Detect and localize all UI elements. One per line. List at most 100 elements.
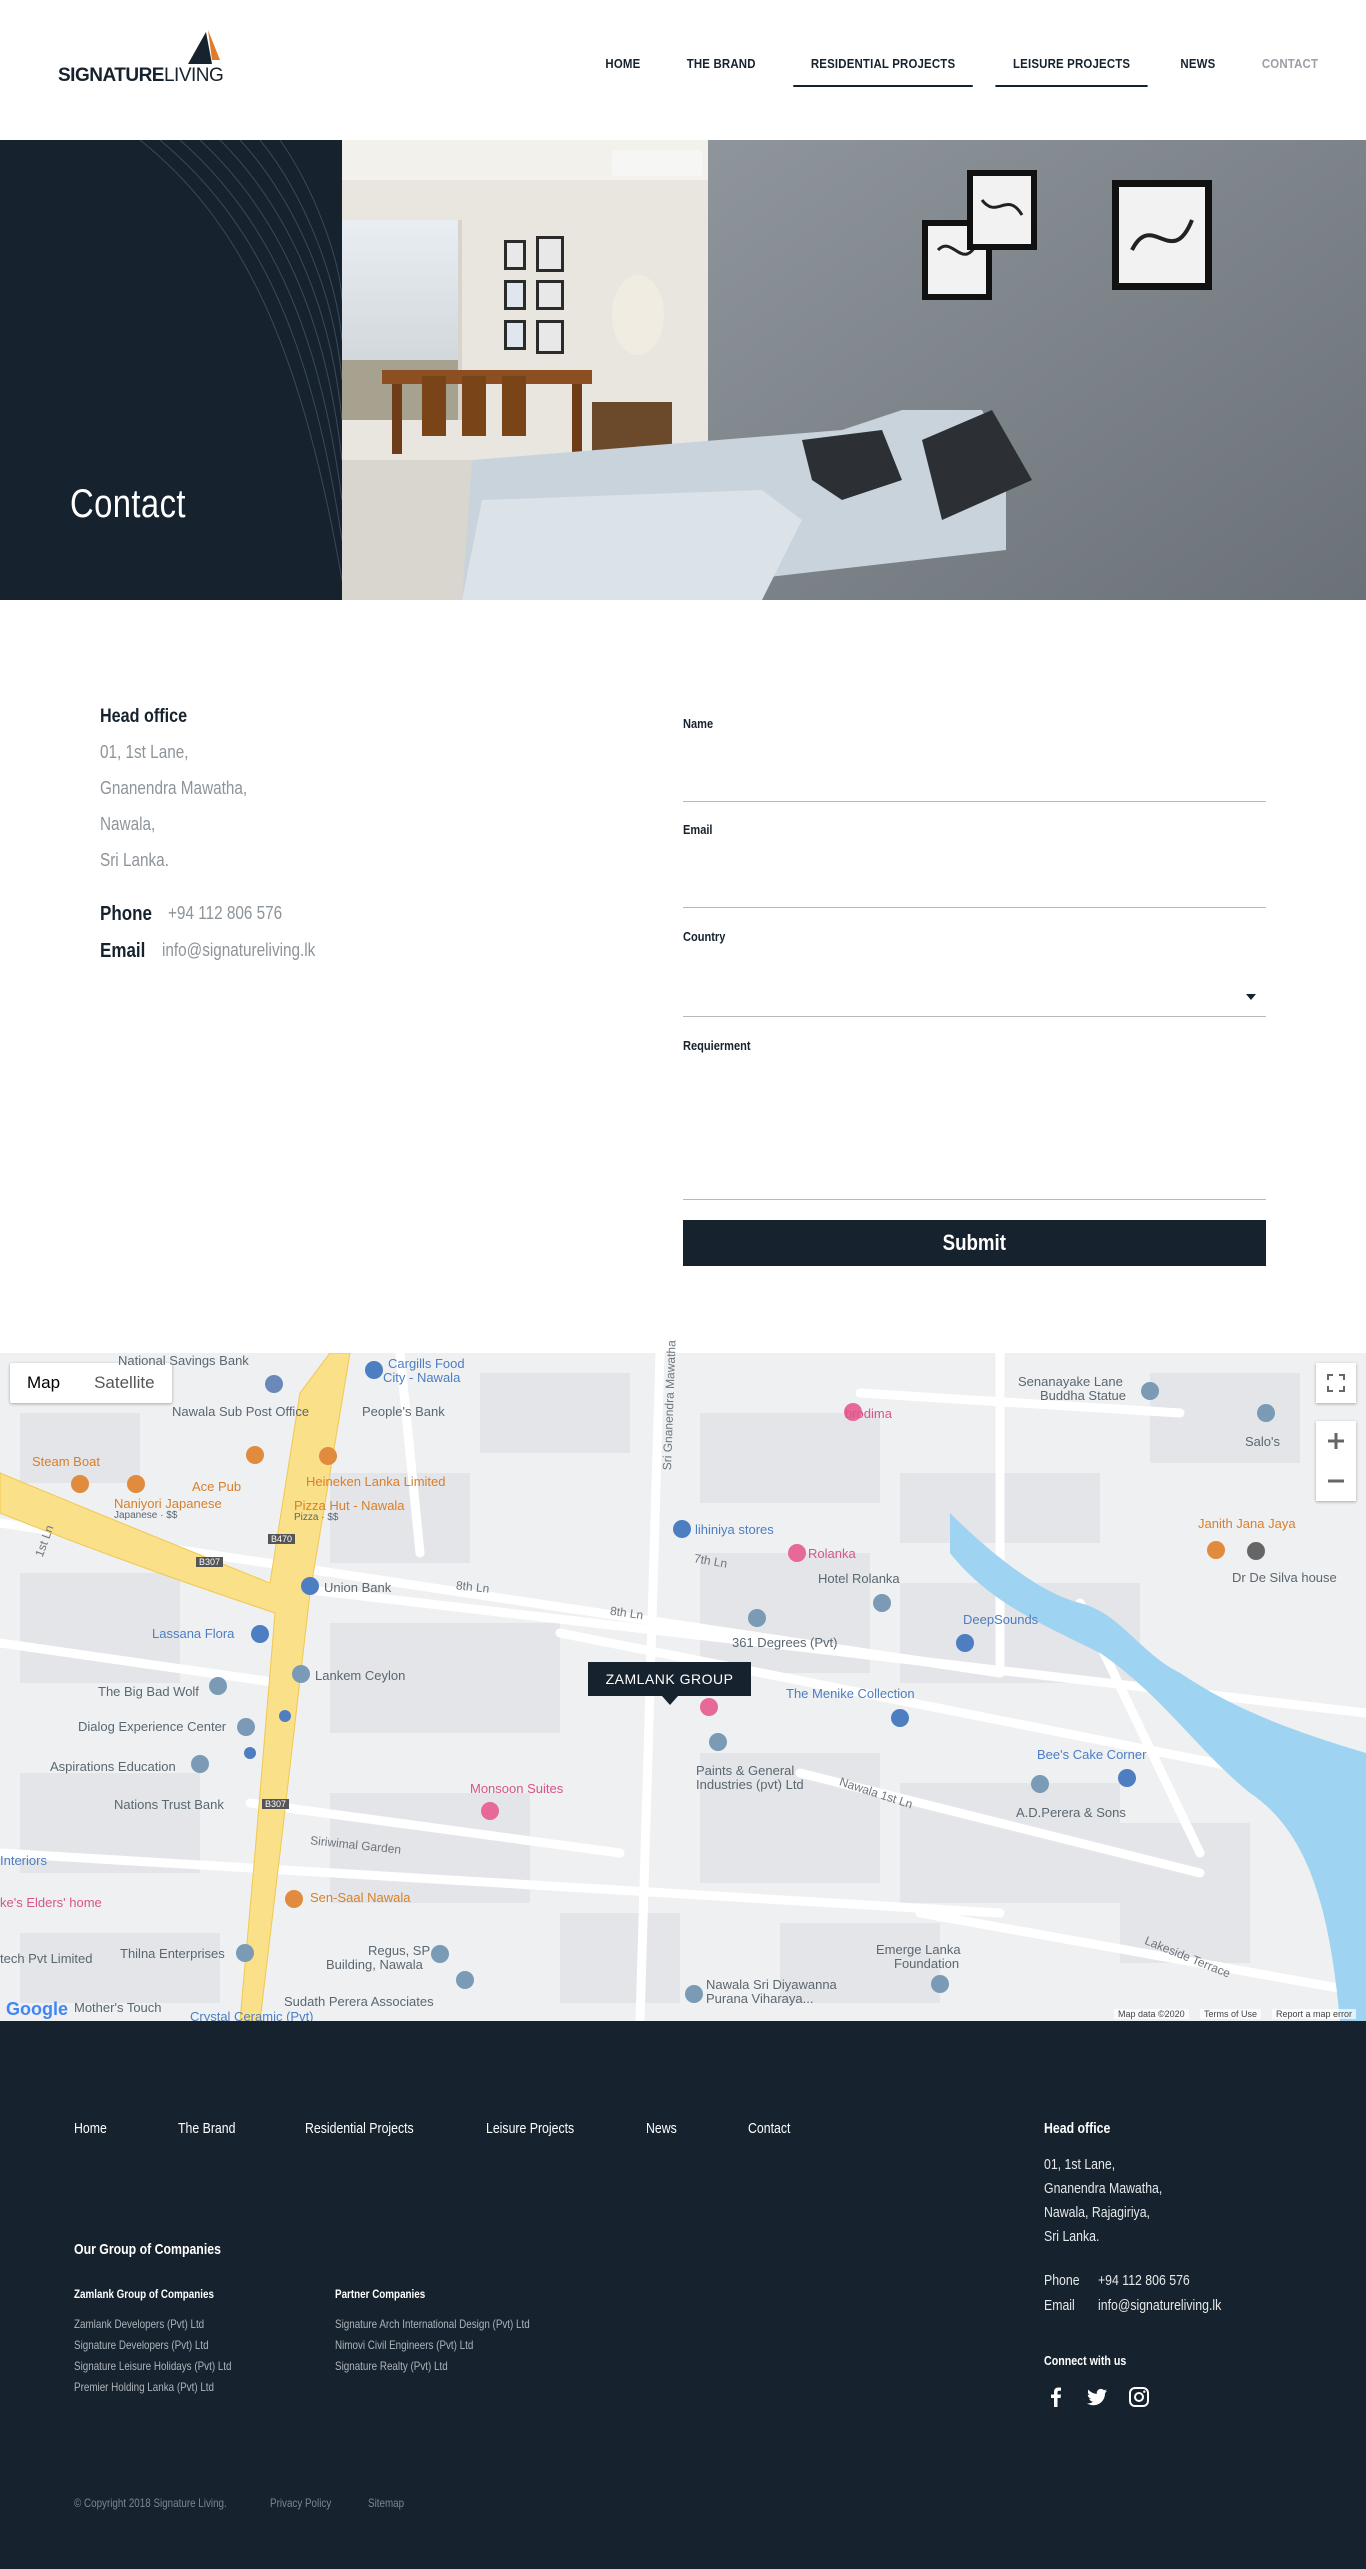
company-link[interactable]: Signature Developers (Pvt) Ltd bbox=[74, 2338, 209, 2352]
interior-photo bbox=[342, 140, 1366, 600]
footer-nav-contact[interactable]: Contact bbox=[748, 2120, 790, 2137]
map-place: Purana Viharaya... bbox=[706, 1991, 814, 2006]
sitemap-link[interactable]: Sitemap bbox=[368, 2496, 404, 2510]
map-place: Emerge Lanka bbox=[876, 1942, 961, 1957]
map-data-credit: Map data ©2020 bbox=[1114, 2009, 1189, 2019]
map-place: Japanese · $$ bbox=[114, 1510, 178, 1521]
map-place: Cargills Food bbox=[388, 1356, 465, 1371]
head-office-title: Head office bbox=[100, 706, 188, 727]
address-line-1: 01, 1st Lane, bbox=[100, 742, 189, 762]
zamlank-group-marker[interactable]: ZAMLANK GROUP bbox=[588, 1662, 751, 1705]
phone-value[interactable]: +94 112 806 576 bbox=[168, 903, 282, 924]
map-place: Aspirations Education bbox=[50, 1759, 176, 1774]
map-type-satellite-button[interactable]: Satellite bbox=[77, 1363, 171, 1403]
zoom-in-button[interactable] bbox=[1316, 1421, 1356, 1461]
address-line-3: Nawala, bbox=[100, 814, 156, 834]
email-field[interactable] bbox=[683, 871, 1266, 905]
map-place: Nations Trust Bank bbox=[114, 1797, 224, 1812]
nav-leisure-projects[interactable]: LEISURE PROJECTS bbox=[995, 50, 1148, 87]
requirement-label: Requierment bbox=[683, 1038, 751, 1053]
map-place: Ace Pub bbox=[192, 1479, 242, 1494]
map-place: DeepSounds bbox=[963, 1612, 1039, 1627]
map-place: Sen-Saal Nawala bbox=[310, 1890, 411, 1905]
footer-nav-news[interactable]: News bbox=[646, 2120, 677, 2137]
map-terms-link[interactable]: Terms of Use bbox=[1200, 2009, 1262, 2019]
map-type-control: Map Satellite bbox=[10, 1363, 172, 1403]
company-link[interactable]: Zamlank Developers (Pvt) Ltd bbox=[74, 2317, 204, 2331]
map-place: The Menike Collection bbox=[786, 1686, 915, 1701]
map-place: tech Pvt Limited bbox=[0, 1951, 93, 1966]
nav-news[interactable]: NEWS bbox=[1163, 50, 1233, 87]
map-place: Janith Jana Jaya bbox=[1198, 1516, 1296, 1531]
nav-home[interactable]: HOME bbox=[587, 50, 657, 87]
map-place: Union Bank bbox=[324, 1580, 392, 1595]
phone-label: Phone bbox=[100, 903, 152, 925]
map-place: The Big Bad Wolf bbox=[98, 1684, 199, 1699]
address-line-2: Gnanendra Mawatha, bbox=[100, 778, 248, 798]
footer-nav-the-brand[interactable]: The Brand bbox=[178, 2120, 235, 2137]
fullscreen-button[interactable] bbox=[1316, 1363, 1356, 1403]
map-place: Foundation bbox=[894, 1956, 960, 1971]
email-form-label: Email bbox=[683, 822, 713, 837]
group-companies-title: Our Group of Companies bbox=[74, 2241, 221, 2258]
map-place: Interiors bbox=[0, 1853, 47, 1868]
main-nav: HOME THE BRAND RESIDENTIAL PROJECTS LEIS… bbox=[583, 50, 1342, 87]
chevron-down-icon bbox=[1246, 994, 1256, 1000]
footer-email-value[interactable]: info@signatureliving.lk bbox=[1098, 2297, 1221, 2314]
submit-button[interactable]: Submit bbox=[683, 1220, 1266, 1266]
footer-address-line: Sri Lanka. bbox=[1044, 2228, 1100, 2245]
map-place: Nawala Sri Diyawanna bbox=[706, 1977, 837, 1992]
map-place: Senanayake Lane bbox=[1018, 1374, 1123, 1389]
company-link[interactable]: Nimovi Civil Engineers (Pvt) Ltd bbox=[335, 2338, 473, 2352]
footer-email-label: Email bbox=[1044, 2297, 1075, 2314]
nav-contact[interactable]: CONTACT bbox=[1244, 50, 1336, 87]
map-report-link[interactable]: Report a map error bbox=[1272, 2009, 1357, 2019]
name-field-underline bbox=[683, 801, 1266, 802]
twitter-icon[interactable] bbox=[1085, 2385, 1109, 2409]
requirement-field[interactable] bbox=[683, 1070, 1266, 1196]
map-place: Heineken Lanka Limited bbox=[306, 1474, 446, 1489]
minus-icon bbox=[1328, 1479, 1344, 1483]
map-place: Lankem Ceylon bbox=[315, 1668, 406, 1683]
company-link[interactable]: Signature Arch International Design (Pvt… bbox=[335, 2317, 530, 2331]
name-label: Name bbox=[683, 716, 714, 731]
map-place: Thilna Enterprises bbox=[120, 1946, 225, 1961]
privacy-policy-link[interactable]: Privacy Policy bbox=[270, 2496, 331, 2510]
road-shield: B307 bbox=[196, 1557, 224, 1567]
country-select[interactable] bbox=[683, 980, 1266, 1014]
map-type-map-button[interactable]: Map bbox=[10, 1363, 77, 1403]
company-link[interactable]: Signature Leisure Holidays (Pvt) Ltd bbox=[74, 2359, 232, 2373]
facebook-icon[interactable] bbox=[1044, 2385, 1068, 2409]
email-value[interactable]: info@signatureliving.lk bbox=[162, 940, 315, 961]
footer-phone-value[interactable]: +94 112 806 576 bbox=[1098, 2272, 1190, 2289]
map-place: Sudath Perera Associates bbox=[284, 1994, 434, 2009]
signature-living-logo[interactable]: SIGNATURELIVING bbox=[58, 30, 228, 90]
map-place: City - Nawala bbox=[383, 1370, 461, 1385]
nav-residential-projects[interactable]: RESIDENTIAL PROJECTS bbox=[793, 50, 973, 87]
map-place: National Savings Bank bbox=[118, 1353, 249, 1368]
footer-nav-residential-projects[interactable]: Residential Projects bbox=[305, 2120, 414, 2137]
google-logo: Google bbox=[6, 1999, 68, 2019]
zoom-out-button[interactable] bbox=[1316, 1461, 1356, 1501]
zamlank-group-title: Zamlank Group of Companies bbox=[74, 2287, 214, 2301]
map-place: Regus, SP bbox=[368, 1943, 431, 1958]
copyright-text: © Copyright 2018 Signature Living. bbox=[74, 2496, 227, 2510]
road-shield: B470 bbox=[268, 1534, 296, 1544]
footer-head-office-title: Head office bbox=[1044, 2120, 1111, 2137]
fullscreen-icon bbox=[1327, 1374, 1345, 1392]
footer-nav-home[interactable]: Home bbox=[74, 2120, 107, 2137]
footer-address-line: 01, 1st Lane, bbox=[1044, 2156, 1116, 2173]
nav-the-brand[interactable]: THE BRAND bbox=[670, 50, 774, 87]
company-link[interactable]: Premier Holding Lanka (Pvt) Ltd bbox=[74, 2380, 214, 2394]
map-place: Dialog Experience Center bbox=[78, 1719, 227, 1734]
logo-word-signature: SIGNATURE bbox=[58, 65, 164, 86]
map-place: Mother's Touch bbox=[74, 2000, 162, 2015]
country-label: Country bbox=[683, 929, 726, 944]
map-place: A.D.Perera & Sons bbox=[1016, 1805, 1126, 1820]
instagram-icon[interactable] bbox=[1127, 2385, 1151, 2409]
map-place: Bee's Cake Corner bbox=[1037, 1747, 1147, 1762]
name-field[interactable] bbox=[683, 765, 1266, 799]
company-link[interactable]: Signature Realty (Pvt) Ltd bbox=[335, 2359, 448, 2373]
country-select-underline bbox=[683, 1016, 1266, 1017]
footer-nav-leisure-projects[interactable]: Leisure Projects bbox=[486, 2120, 574, 2137]
